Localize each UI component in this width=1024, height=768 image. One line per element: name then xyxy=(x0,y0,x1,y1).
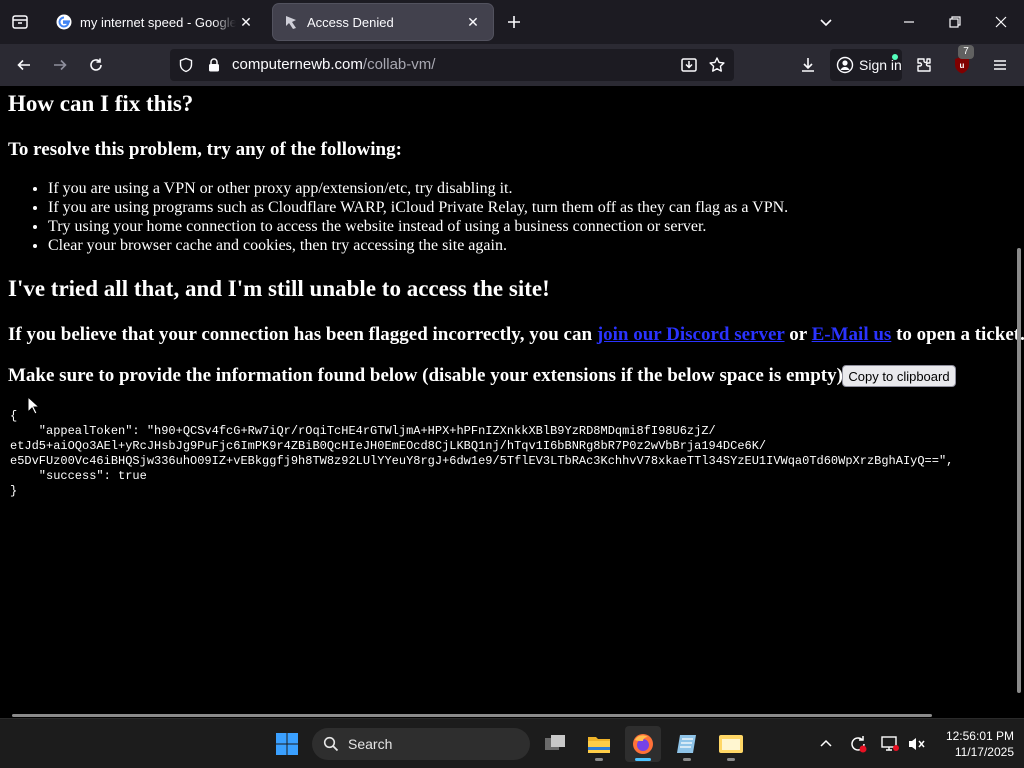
fix-list: If you are using a VPN or other proxy ap… xyxy=(48,179,788,255)
flagged-suffix: to open a ticket. xyxy=(891,324,1024,345)
install-app-icon[interactable] xyxy=(678,54,700,76)
taskbar: Search 12:56:01 PM 11/17/2025 xyxy=(0,718,1024,768)
appeal-info-block[interactable]: { "appealToken": "h90+QCSv4fcG+Rw7iQr/rO… xyxy=(10,409,953,499)
tab-title: my internet speed - Google Search xyxy=(80,14,236,30)
file-explorer-icon[interactable] xyxy=(581,726,617,762)
system-clock[interactable]: 12:56:01 PM 11/17/2025 xyxy=(934,728,1014,760)
flagged-prefix: If you believe that your connection has … xyxy=(8,324,597,345)
discord-link[interactable]: join our Discord server xyxy=(597,324,785,345)
google-icon xyxy=(56,14,72,30)
taskbar-search[interactable]: Search xyxy=(312,728,530,760)
account-icon xyxy=(836,56,854,74)
url-path: /collab-vm/ xyxy=(362,56,436,73)
running-indicator xyxy=(727,758,735,761)
task-view-icon[interactable] xyxy=(537,726,573,762)
download-icon[interactable] xyxy=(794,51,822,79)
mouse-cursor-icon xyxy=(27,396,41,415)
horizontal-scrollbar[interactable] xyxy=(12,714,932,717)
heading-still-unable: I've tried all that, and I'm still unabl… xyxy=(8,276,550,301)
list-item: If you are using a VPN or other proxy ap… xyxy=(48,179,788,198)
clock-time: 12:56:01 PM xyxy=(945,729,1014,743)
flagged-or: or xyxy=(784,324,812,345)
running-indicator xyxy=(595,758,603,761)
svg-text:u: u xyxy=(960,61,965,70)
tab-access-denied[interactable]: Access Denied ✕ xyxy=(273,4,493,40)
clock-date: 11/17/2025 xyxy=(954,745,1014,759)
vertical-scrollbar[interactable] xyxy=(1017,248,1021,693)
info-paragraph: Make sure to provide the information fou… xyxy=(8,365,850,386)
notification-dot xyxy=(892,54,898,60)
menu-icon[interactable] xyxy=(986,51,1014,79)
collabvm-icon xyxy=(283,14,299,30)
navigation-toolbar: computernewb.com/collab-vm/ Sign in u 7 xyxy=(0,44,1024,86)
url-host: computernewb.com xyxy=(232,56,363,73)
tab-title: Access Denied xyxy=(307,14,394,30)
window-close-icon[interactable] xyxy=(978,0,1024,44)
shield-icon[interactable] xyxy=(176,55,196,75)
search-icon xyxy=(322,735,340,753)
folder-window-icon[interactable] xyxy=(713,726,749,762)
page-content: How can I fix this? To resolve this prob… xyxy=(0,86,1024,718)
extension-badge: 7 xyxy=(958,45,974,59)
heading-resolve: To resolve this problem, try any of the … xyxy=(8,139,402,160)
tab-strip: my internet speed - Google Search ✕ Acce… xyxy=(0,0,1024,44)
firefox-taskbar-icon[interactable] xyxy=(625,726,661,762)
url-text[interactable]: computernewb.com/collab-vm/ xyxy=(232,56,435,73)
lock-icon[interactable] xyxy=(204,55,224,75)
volume-muted-icon[interactable] xyxy=(904,732,928,756)
list-item: If you are using programs such as Cloudf… xyxy=(48,198,788,217)
sign-in-button[interactable]: Sign in xyxy=(830,49,902,81)
close-icon[interactable]: ✕ xyxy=(236,12,256,32)
flagged-paragraph: If you believe that your connection has … xyxy=(8,324,1024,346)
address-bar[interactable]: computernewb.com/collab-vm/ xyxy=(170,49,734,81)
reload-icon[interactable] xyxy=(82,51,110,79)
tab-google-search[interactable]: my internet speed - Google Search ✕ xyxy=(46,4,266,40)
windows-start-icon[interactable] xyxy=(272,729,302,759)
search-placeholder: Search xyxy=(348,736,393,752)
bookmark-star-icon[interactable] xyxy=(706,54,728,76)
back-icon[interactable] xyxy=(10,51,38,79)
list-item: Try using your home connection to access… xyxy=(48,217,788,236)
copy-to-clipboard-button[interactable]: Copy to clipboard xyxy=(842,365,956,387)
email-link[interactable]: E-Mail us xyxy=(812,324,892,345)
forward-icon[interactable] xyxy=(46,51,74,79)
network-icon[interactable] xyxy=(878,732,902,756)
chevron-down-icon[interactable] xyxy=(814,10,838,34)
ublock-origin-icon[interactable]: u 7 xyxy=(948,45,976,79)
list-item: Clear your browser cache and cookies, th… xyxy=(48,236,788,255)
running-indicator xyxy=(683,758,691,761)
firefox-view-icon[interactable] xyxy=(6,8,34,36)
running-indicator xyxy=(635,758,651,761)
minimize-icon[interactable] xyxy=(886,0,932,44)
restore-icon[interactable] xyxy=(932,0,978,44)
extensions-icon[interactable] xyxy=(910,51,938,79)
app-blue-pad-icon[interactable] xyxy=(669,726,705,762)
sync-alert-icon[interactable] xyxy=(846,732,870,756)
close-icon[interactable]: ✕ xyxy=(463,12,483,32)
new-tab-icon[interactable] xyxy=(502,10,526,34)
chevron-up-icon[interactable] xyxy=(814,732,838,756)
heading-how-to-fix: How can I fix this? xyxy=(8,91,194,116)
